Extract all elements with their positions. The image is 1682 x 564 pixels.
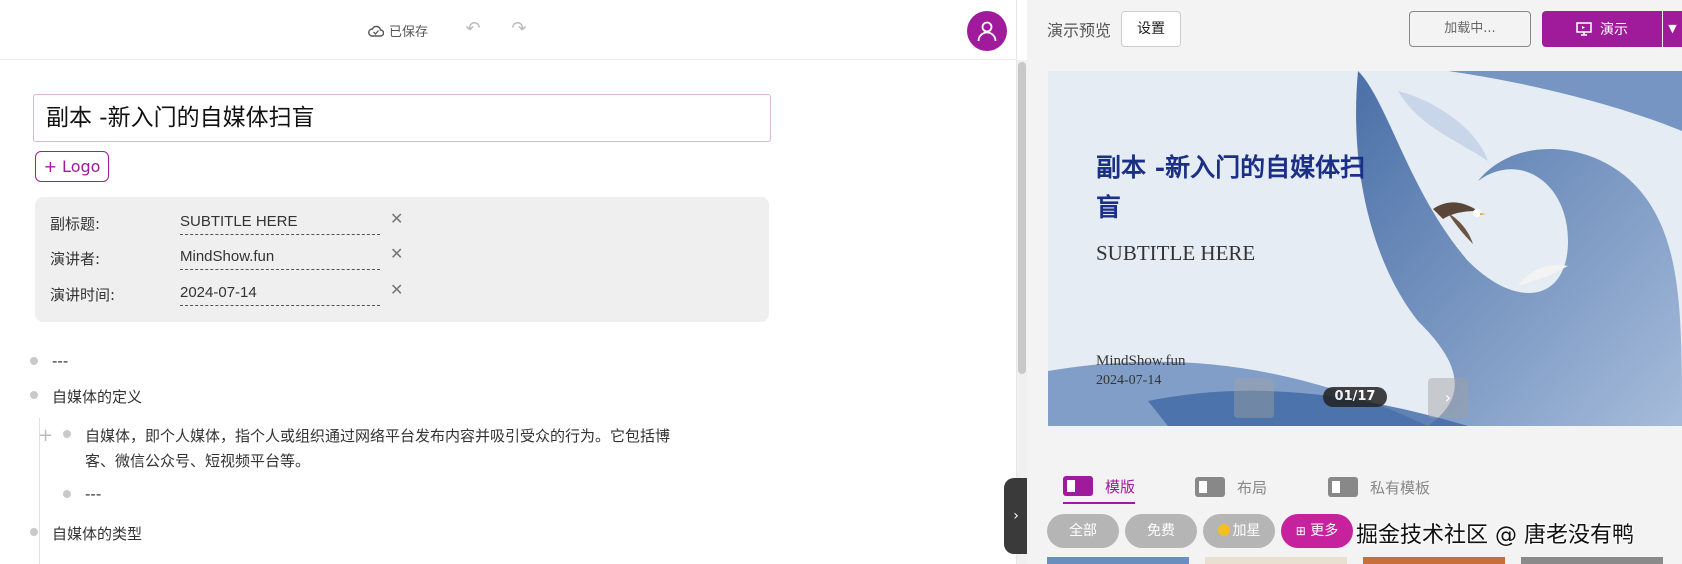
filter-free-button[interactable]: 免费 bbox=[1125, 514, 1197, 548]
tab-templates[interactable]: 模版 bbox=[1063, 470, 1136, 504]
collapse-panel-button[interactable]: › bbox=[1004, 478, 1028, 554]
private-template-icon bbox=[1328, 477, 1358, 497]
list-item[interactable]: 自媒体的定义 bbox=[52, 386, 142, 407]
title-input[interactable]: 副本 -新入门的自媒体扫盲 bbox=[33, 94, 771, 142]
list-item[interactable]: 自媒体，即个人媒体，指个人或组织通过网络平台发布内容并吸引受众的行为。它包括博 bbox=[85, 425, 670, 446]
bullet-icon[interactable] bbox=[30, 528, 38, 536]
clear-icon[interactable]: ✕ bbox=[390, 244, 403, 263]
meta-row-date: 演讲时间: 2024-07-14 ✕ bbox=[50, 280, 750, 308]
meta-label: 演讲者: bbox=[50, 250, 101, 268]
meta-panel: 副标题: SUBTITLE HERE ✕ 演讲者: MindShow.fun ✕… bbox=[35, 197, 769, 322]
slide-counter: 01/17 bbox=[1323, 387, 1387, 407]
user-icon bbox=[977, 21, 997, 42]
template-thumbnail[interactable] bbox=[1363, 557, 1505, 564]
prev-slide-button[interactable] bbox=[1234, 378, 1274, 418]
chip-label: 更多 bbox=[1310, 523, 1339, 539]
template-thumbnails bbox=[1047, 557, 1682, 564]
slide-author: MindShow.fun bbox=[1096, 353, 1186, 369]
tab-label: 私有模板 bbox=[1370, 478, 1431, 497]
chip-label: 加星 bbox=[1232, 523, 1261, 539]
clear-icon[interactable]: ✕ bbox=[390, 280, 403, 299]
tab-layout[interactable]: 布局 bbox=[1195, 470, 1267, 504]
filter-more-button[interactable]: ⊞ 更多 bbox=[1281, 514, 1353, 548]
preview-label: 演示预览 bbox=[1047, 21, 1112, 40]
bullet-icon[interactable] bbox=[30, 391, 38, 399]
list-item[interactable]: 自媒体的类型 bbox=[52, 523, 142, 544]
slide-date: 2024-07-14 bbox=[1096, 373, 1162, 388]
bullet-icon[interactable] bbox=[30, 357, 38, 365]
clear-icon[interactable]: ✕ bbox=[390, 209, 403, 228]
tab-private-templates[interactable]: 私有模板 bbox=[1328, 470, 1430, 504]
template-thumbnail[interactable] bbox=[1521, 557, 1663, 564]
list-item-continued[interactable]: 客、微信公众号、短视频平台等。 bbox=[85, 450, 310, 471]
redo-icon[interactable]: ↷ bbox=[508, 18, 530, 40]
date-field[interactable]: 2024-07-14 bbox=[180, 282, 380, 306]
settings-button[interactable]: 设置 bbox=[1121, 11, 1181, 47]
layout-icon bbox=[1195, 477, 1225, 497]
tab-label: 模版 bbox=[1105, 477, 1136, 496]
cloud-icon bbox=[368, 25, 384, 37]
list-item[interactable]: --- bbox=[52, 352, 68, 370]
add-icon[interactable]: + bbox=[38, 425, 53, 446]
template-icon bbox=[1063, 476, 1093, 496]
editor-scroll-thumb[interactable] bbox=[1018, 62, 1026, 374]
template-thumbnail[interactable] bbox=[1205, 557, 1347, 564]
slide-title: 副本 -新入门的自媒体扫盲 bbox=[1096, 153, 1366, 222]
meta-label: 副标题: bbox=[50, 215, 101, 233]
present-label: 演示 bbox=[1600, 22, 1628, 38]
bullet-icon[interactable] bbox=[63, 430, 71, 438]
meta-row-subtitle: 副标题: SUBTITLE HERE ✕ bbox=[50, 209, 750, 237]
meta-label: 演讲时间: bbox=[50, 286, 116, 304]
template-thumbnail[interactable] bbox=[1047, 557, 1189, 564]
present-button[interactable]: 演示 bbox=[1542, 11, 1662, 47]
tab-label: 布局 bbox=[1237, 478, 1268, 497]
editor-pane: 已保存 ↶ ↷ 副本 -新入门的自媒体扫盲 + Logo 副标题: SUBTIT… bbox=[0, 0, 1017, 564]
avatar[interactable] bbox=[967, 11, 1007, 51]
watermark: 掘金技术社区 @ 唐老没有鸭 bbox=[1356, 523, 1634, 548]
meta-row-speaker: 演讲者: MindShow.fun ✕ bbox=[50, 244, 750, 272]
bullet-icon[interactable] bbox=[63, 490, 71, 498]
preview-pane: 演示预览 设置 加载中... 演示 ▼ 副本 -新入门的自媒体扫盲 SUBTIT… bbox=[1027, 0, 1682, 564]
loading-button[interactable]: 加载中... bbox=[1409, 11, 1531, 47]
subtitle-field[interactable]: SUBTITLE HERE bbox=[180, 211, 380, 235]
slide-preview[interactable]: 副本 -新入门的自媒体扫盲 SUBTITLE HERE MindShow.fun… bbox=[1048, 71, 1682, 426]
filter-starred-button[interactable]: 加星 bbox=[1203, 514, 1275, 548]
present-icon bbox=[1576, 22, 1592, 36]
undo-icon[interactable]: ↶ bbox=[462, 18, 484, 40]
add-logo-button[interactable]: + Logo bbox=[35, 151, 109, 182]
star-icon bbox=[1217, 524, 1230, 536]
speaker-field[interactable]: MindShow.fun bbox=[180, 246, 380, 270]
saved-label: 已保存 bbox=[389, 25, 429, 40]
next-slide-button[interactable]: › bbox=[1428, 378, 1468, 418]
editor-toolbar: 已保存 ↶ ↷ bbox=[0, 0, 1017, 60]
template-tabs: 模版 布局 私有模板 bbox=[1047, 470, 1667, 504]
chevron-down-icon[interactable]: ▼ bbox=[1663, 11, 1682, 47]
grid-icon: ⊞ bbox=[1295, 524, 1306, 538]
slide-subtitle: SUBTITLE HERE bbox=[1096, 241, 1256, 265]
list-item[interactable]: --- bbox=[85, 485, 101, 503]
saved-status: 已保存 bbox=[368, 21, 428, 40]
filter-all-button[interactable]: 全部 bbox=[1047, 514, 1119, 548]
